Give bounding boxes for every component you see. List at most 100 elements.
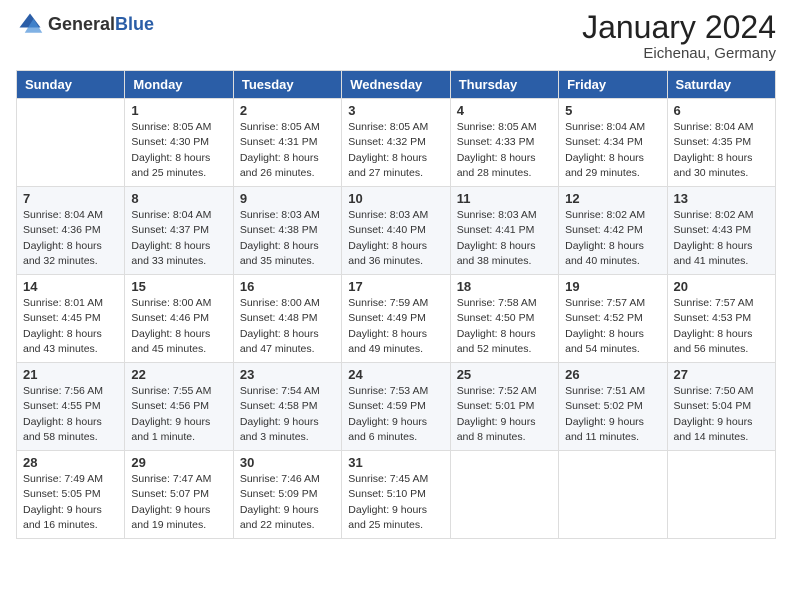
calendar-day-cell: 30Sunrise: 7:46 AM Sunset: 5:09 PM Dayli… [233, 451, 341, 539]
day-info: Sunrise: 8:04 AM Sunset: 4:34 PM Dayligh… [565, 120, 660, 181]
day-number: 15 [131, 279, 226, 294]
day-number: 31 [348, 455, 443, 470]
day-number: 9 [240, 191, 335, 206]
calendar-day-cell: 24Sunrise: 7:53 AM Sunset: 4:59 PM Dayli… [342, 363, 450, 451]
day-info: Sunrise: 8:00 AM Sunset: 4:48 PM Dayligh… [240, 296, 335, 357]
calendar-table: SundayMondayTuesdayWednesdayThursdayFrid… [16, 70, 776, 539]
day-info: Sunrise: 7:49 AM Sunset: 5:05 PM Dayligh… [23, 472, 118, 533]
day-number: 22 [131, 367, 226, 382]
calendar-day-cell [559, 451, 667, 539]
weekday-header-cell: Sunday [17, 71, 125, 99]
calendar-day-cell: 27Sunrise: 7:50 AM Sunset: 5:04 PM Dayli… [667, 363, 775, 451]
day-number: 26 [565, 367, 660, 382]
calendar-day-cell: 21 Sunrise: 7:56 AM Sunset: 4:55 PM Dayli… [17, 363, 125, 451]
day-info: Sunrise: 8:05 AM Sunset: 4:30 PM Dayligh… [131, 120, 226, 181]
weekday-header-cell: Wednesday [342, 71, 450, 99]
calendar-day-cell: 14 Sunrise: 8:01 AM Sunset: 4:45 PM Dayli… [17, 275, 125, 363]
day-info: Sunrise: 8:04 AM Sunset: 4:37 PM Dayligh… [131, 208, 226, 269]
day-number: 6 [674, 103, 769, 118]
calendar-day-cell: 25 Sunrise: 7:52 AM Sunset: 5:01 PM Dayli… [450, 363, 558, 451]
day-number: 24 [348, 367, 443, 382]
day-info: Sunrise: 8:00 AM Sunset: 4:46 PM Dayligh… [131, 296, 226, 357]
calendar-day-cell: 19Sunrise: 7:57 AM Sunset: 4:52 PM Dayli… [559, 275, 667, 363]
day-number: 13 [674, 191, 769, 206]
day-info: Sunrise: 7:47 AM Sunset: 5:07 PM Dayligh… [131, 472, 226, 533]
calendar-day-cell: 6Sunrise: 8:04 AM Sunset: 4:35 PM Daylig… [667, 99, 775, 187]
location-title: Eichenau, Germany [582, 45, 776, 62]
page-header: GeneralBlue January 2024 Eichenau, Germa… [16, 10, 776, 62]
calendar-day-cell [667, 451, 775, 539]
weekday-header-row: SundayMondayTuesdayWednesdayThursdayFrid… [17, 71, 776, 99]
calendar-day-cell: 10 Sunrise: 8:03 AM Sunset: 4:40 PM Dayli… [342, 187, 450, 275]
calendar-day-cell: 17 Sunrise: 7:59 AM Sunset: 4:49 PM Dayli… [342, 275, 450, 363]
calendar-day-cell: 28 Sunrise: 7:49 AM Sunset: 5:05 PM Dayli… [17, 451, 125, 539]
calendar-day-cell [450, 451, 558, 539]
day-info: Sunrise: 7:56 AM Sunset: 4:55 PM Dayligh… [23, 384, 118, 445]
day-number: 25 [457, 367, 552, 382]
calendar-week-row: 7Sunrise: 8:04 AM Sunset: 4:36 PM Daylig… [17, 187, 776, 275]
calendar-day-cell: 13 Sunrise: 8:02 AM Sunset: 4:43 PM Dayli… [667, 187, 775, 275]
calendar-day-cell: 22Sunrise: 7:55 AM Sunset: 4:56 PM Dayli… [125, 363, 233, 451]
calendar-day-cell: 15 Sunrise: 8:00 AM Sunset: 4:46 PM Dayli… [125, 275, 233, 363]
calendar-day-cell: 20 Sunrise: 7:57 AM Sunset: 4:53 PM Dayli… [667, 275, 775, 363]
weekday-header-cell: Monday [125, 71, 233, 99]
calendar-day-cell: 1 Sunrise: 8:05 AM Sunset: 4:30 PM Daylig… [125, 99, 233, 187]
day-info: Sunrise: 8:03 AM Sunset: 4:38 PM Dayligh… [240, 208, 335, 269]
day-info: Sunrise: 7:57 AM Sunset: 4:53 PM Dayligh… [674, 296, 769, 357]
day-info: Sunrise: 8:03 AM Sunset: 4:41 PM Dayligh… [457, 208, 552, 269]
day-number: 21 [23, 367, 118, 382]
calendar-day-cell: 5 Sunrise: 8:04 AM Sunset: 4:34 PM Daylig… [559, 99, 667, 187]
calendar-day-cell: 29 Sunrise: 7:47 AM Sunset: 5:07 PM Dayli… [125, 451, 233, 539]
calendar-day-cell: 23 Sunrise: 7:54 AM Sunset: 4:58 PM Dayli… [233, 363, 341, 451]
calendar-day-cell: 18Sunrise: 7:58 AM Sunset: 4:50 PM Dayli… [450, 275, 558, 363]
day-number: 20 [674, 279, 769, 294]
calendar-day-cell: 8 Sunrise: 8:04 AM Sunset: 4:37 PM Daylig… [125, 187, 233, 275]
weekday-header-cell: Tuesday [233, 71, 341, 99]
day-info: Sunrise: 7:59 AM Sunset: 4:49 PM Dayligh… [348, 296, 443, 357]
day-info: Sunrise: 8:05 AM Sunset: 4:32 PM Dayligh… [348, 120, 443, 181]
day-number: 17 [348, 279, 443, 294]
day-number: 5 [565, 103, 660, 118]
day-number: 28 [23, 455, 118, 470]
logo: GeneralBlue [16, 10, 154, 38]
logo-general-text: General [48, 14, 115, 34]
day-info: Sunrise: 8:01 AM Sunset: 4:45 PM Dayligh… [23, 296, 118, 357]
calendar-day-cell: 7Sunrise: 8:04 AM Sunset: 4:36 PM Daylig… [17, 187, 125, 275]
calendar-day-cell: 3Sunrise: 8:05 AM Sunset: 4:32 PM Daylig… [342, 99, 450, 187]
day-number: 19 [565, 279, 660, 294]
logo-icon [16, 10, 44, 38]
day-number: 16 [240, 279, 335, 294]
day-info: Sunrise: 8:02 AM Sunset: 4:42 PM Dayligh… [565, 208, 660, 269]
day-number: 2 [240, 103, 335, 118]
day-number: 14 [23, 279, 118, 294]
calendar-day-cell: 26 Sunrise: 7:51 AM Sunset: 5:02 PM Dayli… [559, 363, 667, 451]
calendar-body: 1 Sunrise: 8:05 AM Sunset: 4:30 PM Daylig… [17, 99, 776, 539]
day-info: Sunrise: 8:02 AM Sunset: 4:43 PM Dayligh… [674, 208, 769, 269]
day-number: 11 [457, 191, 552, 206]
day-info: Sunrise: 7:50 AM Sunset: 5:04 PM Dayligh… [674, 384, 769, 445]
calendar-week-row: 21 Sunrise: 7:56 AM Sunset: 4:55 PM Dayli… [17, 363, 776, 451]
calendar-day-cell: 9 Sunrise: 8:03 AM Sunset: 4:38 PM Daylig… [233, 187, 341, 275]
day-number: 1 [131, 103, 226, 118]
day-info: Sunrise: 7:46 AM Sunset: 5:09 PM Dayligh… [240, 472, 335, 533]
day-info: Sunrise: 7:52 AM Sunset: 5:01 PM Dayligh… [457, 384, 552, 445]
day-number: 18 [457, 279, 552, 294]
day-info: Sunrise: 8:05 AM Sunset: 4:33 PM Dayligh… [457, 120, 552, 181]
day-info: Sunrise: 8:04 AM Sunset: 4:36 PM Dayligh… [23, 208, 118, 269]
day-number: 12 [565, 191, 660, 206]
day-info: Sunrise: 8:03 AM Sunset: 4:40 PM Dayligh… [348, 208, 443, 269]
month-title: January 2024 [582, 10, 776, 45]
day-number: 23 [240, 367, 335, 382]
calendar-day-cell: 31 Sunrise: 7:45 AM Sunset: 5:10 PM Dayli… [342, 451, 450, 539]
day-info: Sunrise: 7:45 AM Sunset: 5:10 PM Dayligh… [348, 472, 443, 533]
calendar-day-cell: 2Sunrise: 8:05 AM Sunset: 4:31 PM Daylig… [233, 99, 341, 187]
day-info: Sunrise: 7:51 AM Sunset: 5:02 PM Dayligh… [565, 384, 660, 445]
calendar-day-cell: 16 Sunrise: 8:00 AM Sunset: 4:48 PM Dayli… [233, 275, 341, 363]
day-number: 10 [348, 191, 443, 206]
day-number: 29 [131, 455, 226, 470]
calendar-day-cell [17, 99, 125, 187]
day-info: Sunrise: 7:54 AM Sunset: 4:58 PM Dayligh… [240, 384, 335, 445]
day-number: 8 [131, 191, 226, 206]
calendar-week-row: 28 Sunrise: 7:49 AM Sunset: 5:05 PM Dayli… [17, 451, 776, 539]
logo-blue-text: Blue [115, 14, 154, 34]
